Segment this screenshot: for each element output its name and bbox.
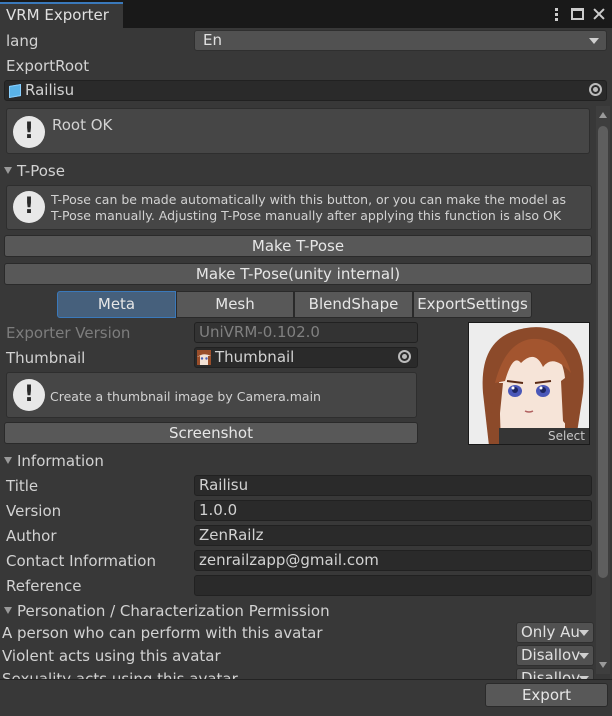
object-picker-icon[interactable]: [589, 83, 602, 96]
scroll-up-icon[interactable]: [599, 112, 607, 118]
information-foldout[interactable]: Information: [4, 452, 104, 470]
reference-label: Reference: [6, 577, 82, 595]
chevron-down-icon: [589, 38, 599, 44]
reference-field[interactable]: [194, 575, 592, 596]
foldout-arrow-icon: [4, 167, 12, 174]
permission-foldout[interactable]: Personation / Characterization Permissio…: [4, 602, 330, 620]
author-field[interactable]: ZenRailz: [194, 525, 592, 546]
perform-permission-dropdown[interactable]: Only Au: [516, 622, 594, 643]
information-header: Information: [17, 452, 104, 470]
export-button[interactable]: Export: [485, 683, 608, 707]
foldout-arrow-icon: [4, 457, 12, 464]
screenshot-button[interactable]: Screenshot: [4, 422, 418, 444]
window-titlebar: VRM Exporter: [0, 0, 612, 28]
violent-permission-label: Violent acts using this avatar: [2, 647, 221, 665]
thumbnail-preview[interactable]: Select: [468, 322, 590, 445]
contact-field[interactable]: zenrailzapp@gmail.com: [194, 550, 592, 571]
window-tab[interactable]: VRM Exporter: [0, 2, 123, 28]
version-field[interactable]: 1.0.0: [194, 500, 592, 521]
make-tpose-button[interactable]: Make T-Pose: [4, 235, 592, 257]
violent-permission-value: Disallov: [521, 646, 581, 664]
clipped-row: Sexuality acts using this avatar Disallo…: [0, 668, 596, 679]
prefab-icon: [9, 83, 21, 99]
tpose-header: T-Pose: [17, 162, 65, 180]
export-root-label: ExportRoot: [6, 57, 90, 75]
thumbnail-helpbox: ! Create a thumbnail image by Camera.mai…: [6, 372, 417, 418]
chevron-down-icon: [579, 630, 589, 636]
author-label: Author: [6, 527, 57, 545]
footer-bar: Export: [0, 679, 612, 716]
tpose-foldout[interactable]: T-Pose: [4, 162, 65, 180]
title-label: Title: [6, 477, 39, 495]
export-tabs: Meta Mesh BlendShape ExportSettings: [57, 291, 532, 318]
info-icon: !: [13, 116, 45, 148]
foldout-arrow-icon: [4, 607, 12, 614]
export-root-value: Railisu: [25, 81, 75, 99]
exporter-version-label: Exporter Version: [6, 324, 131, 342]
tab-mesh[interactable]: Mesh: [176, 291, 294, 318]
sexual-permission-label: Sexuality acts using this avatar: [2, 670, 238, 679]
exporter-version-field: UniVRM-0.102.0: [194, 322, 418, 343]
sexual-permission-value: Disallov: [521, 669, 581, 679]
permission-header: Personation / Characterization Permissio…: [17, 602, 330, 620]
thumbnail-label: Thumbnail: [6, 349, 86, 367]
version-label: Version: [6, 502, 62, 520]
scroll-down-icon[interactable]: [599, 662, 607, 668]
avatar-thumbnail-image: [469, 323, 589, 444]
window-controls: [549, 4, 606, 24]
tab-export-settings[interactable]: ExportSettings: [413, 291, 532, 318]
info-icon: !: [13, 191, 45, 223]
contact-label: Contact Information: [6, 552, 156, 570]
info-icon: !: [13, 379, 45, 411]
root-status-helpbox: ! Root OK: [6, 108, 590, 154]
tab-blendshape[interactable]: BlendShape: [294, 291, 413, 318]
tpose-help-line2: T-Pose manually. Adjusting T-Pose manual…: [51, 208, 562, 223]
tpose-helpbox: ! T-Pose can be made automatically with …: [6, 185, 592, 230]
violent-permission-dropdown[interactable]: Disallov: [516, 645, 594, 666]
lang-label: lang: [6, 32, 39, 50]
thumbnail-value: Thumbnail: [215, 348, 295, 366]
lang-dropdown[interactable]: En: [194, 30, 607, 51]
thumbnail-select-label[interactable]: Select: [499, 428, 589, 444]
more-options-icon[interactable]: [549, 7, 563, 21]
thumbnail-field[interactable]: Thumbnail: [194, 347, 418, 368]
thumbnail-help-text: Create a thumbnail image by Camera.main: [50, 389, 321, 404]
scrollbar[interactable]: [596, 106, 610, 674]
title-field[interactable]: Railisu: [194, 475, 592, 496]
maximize-icon[interactable]: [571, 8, 584, 20]
texture-icon: [197, 350, 211, 365]
chevron-down-icon: [579, 653, 589, 659]
tab-meta[interactable]: Meta: [57, 291, 176, 318]
perform-permission-label: A person who can perform with this avata…: [2, 624, 323, 642]
close-icon[interactable]: [592, 7, 606, 21]
root-status-text: Root OK: [52, 116, 113, 134]
perform-permission-value: Only Au: [521, 623, 580, 641]
tpose-help-line1: T-Pose can be made automatically with th…: [51, 192, 566, 207]
scroll-thumb[interactable]: [598, 126, 608, 578]
sexual-permission-dropdown[interactable]: Disallov: [516, 668, 594, 679]
lang-value: En: [203, 31, 222, 49]
make-tpose-internal-button[interactable]: Make T-Pose(unity internal): [4, 263, 592, 285]
thumbnail-picker-icon[interactable]: [398, 350, 411, 363]
export-root-field[interactable]: Railisu: [4, 80, 607, 101]
